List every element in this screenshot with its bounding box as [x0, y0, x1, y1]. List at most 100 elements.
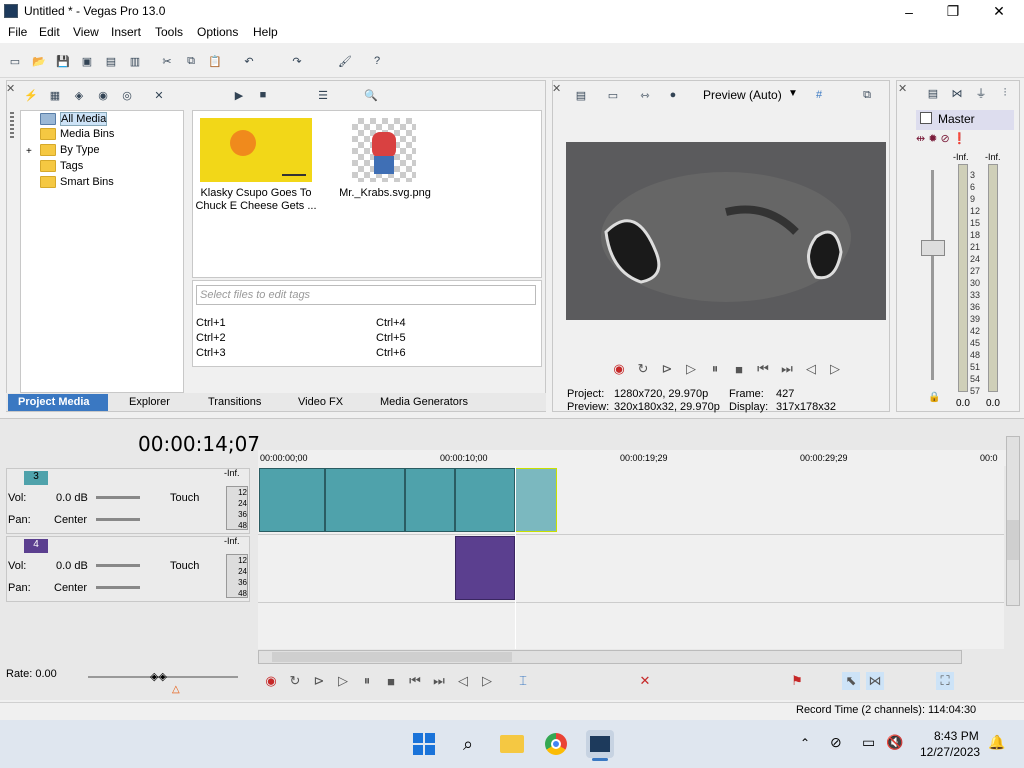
timeline-end-icon[interactable]: ⏭ — [430, 672, 448, 690]
render-icon[interactable]: ▤ — [102, 52, 120, 70]
next-frame-icon[interactable]: ▷ — [826, 360, 844, 378]
save-icon[interactable]: 💾 — [54, 52, 72, 70]
menu-view[interactable]: View — [73, 25, 99, 39]
master-close-icon[interactable]: ✕ — [898, 82, 907, 95]
remove-icon[interactable]: ✕ — [150, 86, 168, 104]
tree-item-smart-bins[interactable]: Smart Bins — [40, 176, 114, 188]
pan-slider-4[interactable] — [96, 586, 140, 589]
timeline-record-icon[interactable]: ◉ — [262, 672, 280, 690]
dim-output-icon[interactable]: ⏚ — [972, 84, 990, 102]
get-media-icon[interactable]: ◈ — [70, 86, 88, 104]
horizontal-scroll-thumb[interactable] — [272, 652, 512, 662]
audio-clip[interactable] — [405, 468, 455, 532]
pause-icon[interactable]: ⏸ — [706, 360, 724, 378]
audio-clip[interactable] — [455, 468, 515, 532]
brush-icon[interactable]: 🖌 — [336, 52, 354, 70]
capture-icon[interactable]: ▦ — [46, 86, 64, 104]
audio-clip[interactable] — [259, 468, 325, 532]
klasky-csupo-thumbnail[interactable] — [200, 118, 312, 182]
timeline-prev-frame-icon[interactable]: ◁ — [454, 672, 472, 690]
tab-transitions[interactable]: Transitions — [208, 396, 261, 408]
play-media-icon[interactable]: ▶ — [230, 86, 248, 104]
auto-ripple-icon[interactable]: ⬉ — [842, 672, 860, 690]
tree-item-tags[interactable]: Tags — [40, 160, 83, 172]
network-icon[interactable]: ⊘ — [830, 734, 842, 751]
help-pointer-icon[interactable]: ? — [368, 52, 386, 70]
search-taskbar-icon[interactable]: ⌕ — [454, 730, 482, 758]
play-icon[interactable]: ▷ — [682, 360, 700, 378]
panel-grip[interactable] — [10, 112, 14, 138]
minimize-button[interactable]: – — [886, 0, 932, 23]
loop-icon[interactable]: ↻ — [634, 360, 652, 378]
stop-icon[interactable]: ■ — [730, 360, 748, 378]
chevron-up-icon[interactable]: ⌃ — [800, 736, 810, 750]
clock-time[interactable]: 8:43 PM — [934, 729, 979, 743]
preview-close-icon[interactable]: ✕ — [552, 82, 561, 95]
import-media-icon[interactable]: ⚡ — [22, 86, 40, 104]
web-icon[interactable]: ◉ — [94, 86, 112, 104]
timeline-loop-icon[interactable]: ↻ — [286, 672, 304, 690]
delete-icon[interactable]: ✕ — [636, 672, 654, 690]
vertical-scroll-thumb[interactable] — [1007, 520, 1019, 560]
views-icon[interactable]: ☰ — [314, 86, 332, 104]
save-as-icon[interactable]: ▣ — [78, 52, 96, 70]
mr-krabs-thumbnail[interactable] — [352, 118, 416, 182]
open-folder-icon[interactable]: 📂 — [30, 52, 48, 70]
external-monitor-icon[interactable]: ▭ — [604, 86, 622, 104]
menu-help[interactable]: Help — [253, 25, 278, 39]
purple-audio-clip[interactable] — [455, 536, 515, 600]
redo-icon[interactable]: ↷ — [288, 52, 306, 70]
notification-bell-icon[interactable]: 🔔 — [988, 734, 1005, 751]
properties-icon[interactable]: ▥ — [126, 52, 144, 70]
chrome-icon[interactable] — [542, 730, 570, 758]
clock-date[interactable]: 12/27/2023 — [920, 745, 980, 759]
marker-icon[interactable]: ⚑ — [788, 672, 806, 690]
tab-project-media[interactable]: Project Media — [18, 396, 90, 408]
go-to-end-icon[interactable]: ⏭ — [778, 360, 796, 378]
master-properties-icon[interactable]: ▤ — [924, 84, 942, 102]
previous-frame-icon[interactable]: ◁ — [802, 360, 820, 378]
vegas-taskbar-icon[interactable] — [586, 730, 614, 758]
tab-video-fx[interactable]: Video FX — [298, 396, 343, 408]
timeline-next-frame-icon[interactable]: ▷ — [478, 672, 496, 690]
meter-options-icon[interactable]: ⫶ — [996, 84, 1014, 102]
windows-start-icon[interactable] — [410, 730, 438, 758]
record-icon[interactable]: ◉ — [610, 360, 628, 378]
snapping-icon[interactable]: ⋈ — [866, 672, 884, 690]
timeline-pause-icon[interactable]: ⏸ — [358, 672, 376, 690]
vol-slider-4[interactable] — [96, 564, 140, 567]
timeline-tracks[interactable] — [258, 466, 1004, 649]
tree-item-all-media[interactable]: All Media — [40, 112, 108, 126]
timeline-play-start-icon[interactable]: ⊳ — [310, 672, 328, 690]
timeline-play-icon[interactable]: ▷ — [334, 672, 352, 690]
pan-slider-3[interactable] — [96, 518, 140, 521]
volume-mute-icon[interactable]: 🔇 — [886, 734, 903, 751]
cut-icon[interactable]: ✂ — [158, 52, 176, 70]
chevron-down-icon[interactable]: ▼ — [788, 88, 798, 99]
track-automation-3[interactable]: Touch — [170, 492, 199, 504]
play-from-start-icon[interactable]: ⊳ — [658, 360, 676, 378]
close-button[interactable]: ✕ — [976, 0, 1022, 23]
tab-explorer[interactable]: Explorer — [129, 396, 170, 408]
file-explorer-icon[interactable] — [498, 730, 526, 758]
paste-icon[interactable]: 📋 — [206, 52, 224, 70]
undo-icon[interactable]: ↶ — [240, 52, 258, 70]
timeline-stop-icon[interactable]: ■ — [382, 672, 400, 690]
edit-tool-icon[interactable]: ⌶ — [514, 672, 532, 690]
lock-envelopes-icon[interactable]: ⛶ — [936, 672, 954, 690]
split-screen-icon[interactable]: ⇿ — [636, 86, 654, 104]
vol-slider-3[interactable] — [96, 496, 140, 499]
preview-properties-icon[interactable]: ▤ — [572, 86, 590, 104]
tree-item-by-type[interactable]: By Type — [40, 144, 100, 156]
copy-snapshot-icon[interactable]: ⧉ — [858, 86, 876, 104]
go-to-start-icon[interactable]: ⏮ — [754, 360, 772, 378]
downmix-icon[interactable]: ⋈ — [948, 84, 966, 102]
restore-button[interactable]: ❐ — [930, 0, 976, 23]
rate-slider-handle[interactable]: ◈◈ — [150, 670, 167, 683]
menu-insert[interactable]: Insert — [111, 25, 141, 39]
master-fader-handle[interactable] — [921, 240, 945, 256]
display-icon[interactable]: ▭ — [862, 734, 875, 751]
tab-media-generators[interactable]: Media Generators — [380, 396, 468, 408]
copy-icon[interactable]: ⧉ — [182, 52, 200, 70]
menu-edit[interactable]: Edit — [39, 25, 60, 39]
